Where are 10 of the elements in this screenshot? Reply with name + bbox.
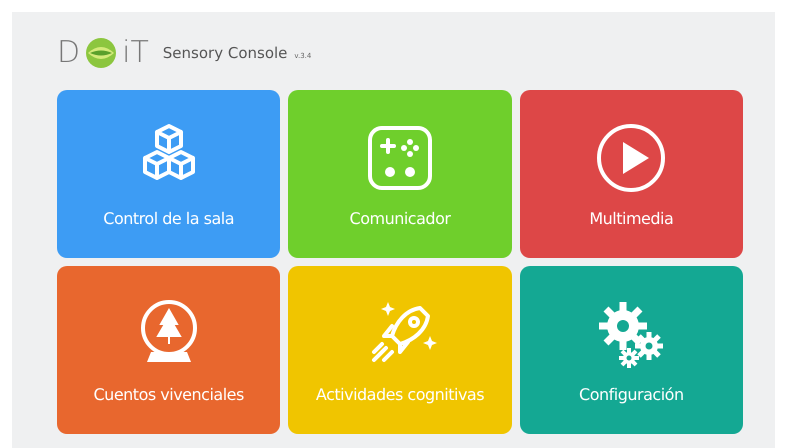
menu-tile[interactable]: Multimedia [520, 90, 743, 258]
menu-tile[interactable]: Control de la sala [57, 90, 280, 258]
logo-icon [84, 36, 118, 70]
menu-tile[interactable]: Configuración [520, 266, 743, 434]
logo-text: iT [122, 38, 149, 68]
logo-text: D [57, 38, 80, 68]
menu-tile[interactable]: Cuentos vivenciales [57, 266, 280, 434]
menu-tile[interactable]: Actividades cognitivas [288, 266, 512, 434]
app-title: Sensory Console [162, 42, 288, 64]
menu-tile[interactable]: Comunicador [288, 90, 512, 258]
